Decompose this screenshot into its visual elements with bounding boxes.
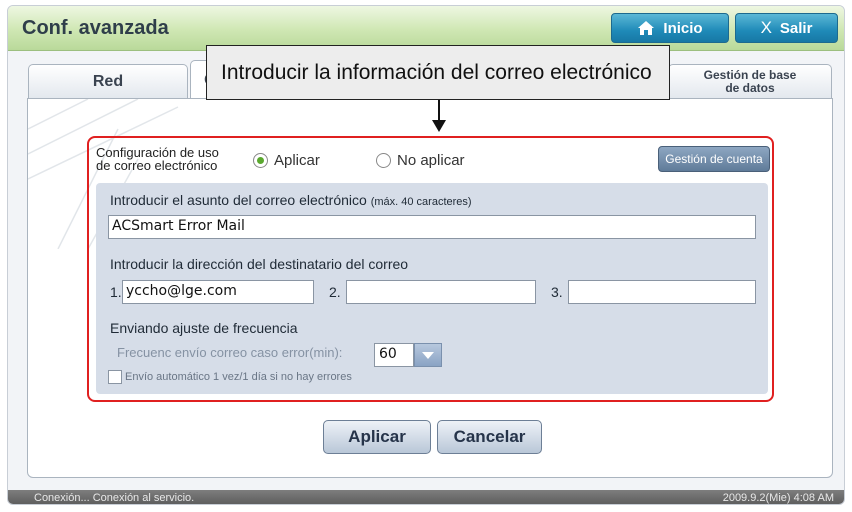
radio-no-apply-label: No aplicar	[397, 152, 465, 169]
subject-hint: (máx. 40 caracteres)	[370, 196, 472, 208]
radio-no-apply[interactable]: No aplicar	[376, 152, 465, 169]
error-frequency-value: 60	[374, 343, 414, 367]
tab-db-line2: de datos	[725, 80, 775, 95]
home-icon	[638, 21, 655, 35]
error-frequency-select[interactable]: 60	[374, 343, 442, 367]
close-icon: X	[760, 18, 772, 37]
account-management-button[interactable]: Gestión de cuenta	[658, 146, 770, 172]
recipient-2-input[interactable]	[346, 280, 536, 304]
frequency-section-label: Enviando ajuste de frecuencia	[110, 320, 298, 336]
window-title: Conf. avanzada	[22, 17, 169, 39]
subject-input[interactable]: ACSmart Error Mail	[108, 215, 756, 239]
subject-label-text: Introducir el asunto del correo electrón…	[110, 192, 367, 208]
home-button[interactable]: Inicio	[611, 13, 729, 43]
tab-database-management[interactable]: Gestión de base de datos	[668, 64, 832, 98]
status-message: Conexión... Conexión al servicio.	[34, 492, 195, 504]
tab-db-line1: Gestión de base	[703, 67, 797, 82]
email-config-label-line2: de correo electrónico	[96, 158, 218, 173]
status-bar: Conexión... Conexión al servicio. 2009.9…	[8, 490, 844, 504]
callout-arrow-head	[432, 120, 446, 132]
auto-send-checkbox[interactable]: Envío automático 1 vez/1 día si no hay e…	[108, 370, 352, 384]
recipient-2-number: 2.	[329, 284, 341, 300]
tab-red[interactable]: Red	[28, 64, 188, 98]
cancel-button[interactable]: Cancelar	[437, 420, 542, 454]
radio-apply[interactable]: Aplicar	[253, 152, 320, 169]
recipient-3-input[interactable]	[568, 280, 756, 304]
home-button-label: Inicio	[663, 19, 703, 37]
recipient-1-input[interactable]: yccho@lge.com	[122, 280, 314, 304]
exit-button[interactable]: X Salir	[735, 13, 838, 43]
error-frequency-label: Frecuenc envío correo caso error(min):	[117, 345, 343, 360]
recipients-label: Introducir la dirección del destinatario…	[110, 256, 409, 272]
apply-button[interactable]: Aplicar	[323, 420, 431, 454]
checkbox-icon[interactable]	[108, 370, 122, 384]
exit-button-label: Salir	[779, 19, 813, 37]
instruction-callout: Introducir la información del correo ele…	[206, 45, 670, 100]
recipient-3-number: 3.	[551, 284, 563, 300]
radio-unselected-icon	[376, 153, 391, 168]
radio-selected-icon	[253, 153, 268, 168]
subject-label: Introducir el asunto del correo electrón…	[110, 192, 472, 208]
email-config-label: Configuración de uso de correo electróni…	[96, 146, 219, 172]
status-datetime: 2009.9.2(Mie) 4:08 AM	[722, 492, 834, 504]
auto-send-label: Envío automático 1 vez/1 día si no hay e…	[125, 371, 352, 383]
radio-apply-label: Aplicar	[274, 152, 320, 169]
chevron-down-icon[interactable]	[414, 343, 442, 367]
recipient-1-number: 1.	[110, 284, 122, 300]
